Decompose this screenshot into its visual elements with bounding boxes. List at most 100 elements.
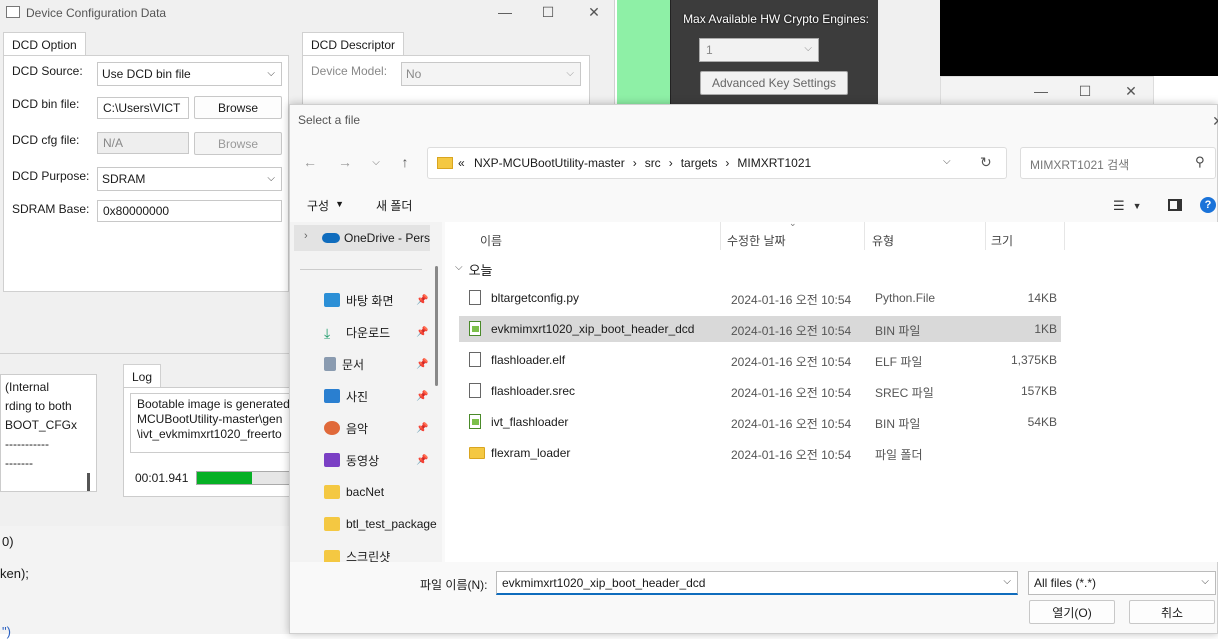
group-header-today[interactable]: ⌵ 오늘: [455, 260, 493, 279]
column-header-date[interactable]: 수정한 날짜: [727, 232, 786, 249]
nav-item-screenshots[interactable]: 스크린샷: [324, 544, 390, 562]
chevron-down-icon: ⌵: [566, 68, 574, 79]
file-type: BIN 파일: [875, 417, 921, 431]
crypto-engines-select[interactable]: 1 ⌵: [699, 38, 819, 62]
advanced-key-settings-button[interactable]: Advanced Key Settings: [700, 71, 848, 95]
tab-dcd-descriptor[interactable]: DCD Descriptor: [302, 32, 405, 56]
column-divider: [985, 222, 986, 250]
chevron-down-icon[interactable]: ⌵: [943, 156, 951, 167]
breadcrumb-item[interactable]: NXP-MCUBootUtility-master: [474, 156, 625, 170]
refresh-icon[interactable]: ↻: [980, 154, 992, 171]
boot-info-text: (Internal rding to both BOOT_CFGx ------…: [0, 374, 97, 492]
minimize-icon[interactable]: —: [495, 2, 515, 22]
background-green-panel: [617, 0, 672, 106]
column-header-type[interactable]: 유형: [872, 232, 894, 249]
pin-icon: 📌: [416, 327, 429, 338]
file-row[interactable]: flashloader.srec 2024-01-16 오전 10:54 SRE…: [459, 378, 1061, 404]
file-row[interactable]: ivt_flashloader 2024-01-16 오전 10:54 BIN …: [459, 409, 1061, 435]
forward-arrow-icon[interactable]: →: [335, 152, 355, 172]
address-bar[interactable]: « NXP-MCUBootUtility-master › src › targ…: [427, 147, 1007, 179]
pin-icon: 📌: [416, 455, 429, 466]
preview-pane-icon[interactable]: [1168, 199, 1182, 211]
music-icon: [324, 421, 340, 435]
chevron-right-icon[interactable]: ›: [304, 230, 308, 242]
folder-row[interactable]: flexram_loader 2024-01-16 오전 10:54 파일 폴더: [459, 440, 1061, 466]
documents-icon: [324, 357, 336, 371]
breadcrumb-item[interactable]: MIMXRT1021: [737, 156, 811, 170]
column-header-size[interactable]: 크기: [991, 232, 1013, 249]
browse-cfg-button[interactable]: Browse: [194, 132, 282, 155]
main-app-panel: (Internal rding to both BOOT_CFGx ------…: [0, 354, 290, 526]
scrollbar[interactable]: [87, 473, 90, 491]
organize-button[interactable]: 구성 ▼: [307, 197, 344, 214]
tab-dcd-option[interactable]: DCD Option: [3, 32, 86, 56]
file-date: 2024-01-16 오전 10:54: [731, 386, 852, 400]
breadcrumb-item[interactable]: src: [645, 156, 661, 170]
file-row[interactable]: flashloader.elf 2024-01-16 오전 10:54 ELF …: [459, 347, 1061, 373]
nav-item-pictures[interactable]: 사진: [324, 384, 368, 408]
view-options-button[interactable]: ☰ ▼: [1113, 198, 1142, 214]
sdram-base-field[interactable]: 0x80000000: [97, 200, 282, 222]
dcd-cfg-file-field[interactable]: N/A: [97, 132, 189, 154]
filename-input[interactable]: evkmimxrt1020_xip_boot_header_dcd ⌵: [496, 571, 1018, 595]
videos-icon: [324, 453, 340, 467]
nav-item-documents[interactable]: 문서: [324, 352, 364, 376]
window-title: Device Configuration Data: [26, 6, 167, 20]
sdram-base-label: SDRAM Base:: [12, 202, 90, 216]
nav-item-onedrive[interactable]: › OneDrive - Pers: [294, 225, 430, 251]
column-divider: [720, 222, 721, 250]
navigation-pane: › OneDrive - Pers 바탕 화면 📌 ⤓ 다운로드 📌 문서 📌 …: [290, 222, 442, 562]
chevron-down-icon: ⌵: [1201, 576, 1209, 587]
file-row[interactable]: evkmimxrt1020_xip_boot_header_dcd 2024-0…: [459, 316, 1061, 342]
up-arrow-icon[interactable]: ↑: [395, 152, 415, 172]
nav-item-bacnet[interactable]: bacNet: [324, 480, 384, 504]
breadcrumb-overflow-icon[interactable]: «: [458, 156, 465, 170]
background-window: [878, 0, 940, 106]
filetype-select[interactable]: All files (*.*) ⌵: [1028, 571, 1216, 595]
nav-item-btl-test-package[interactable]: btl_test_package: [324, 512, 437, 536]
column-divider: [864, 222, 865, 250]
column-header-name[interactable]: 이름: [480, 232, 502, 249]
file-row[interactable]: bltargetconfig.py 2024-01-16 오전 10:54 Py…: [459, 285, 1061, 311]
filename-label: 파일 이름(N):: [420, 578, 488, 592]
background-black-window: [940, 0, 1218, 76]
code-editor: 0) ken); "): [0, 526, 290, 639]
scrollbar[interactable]: [435, 266, 438, 386]
open-button[interactable]: 열기(O): [1029, 600, 1115, 624]
device-model-label: Device Model:: [311, 64, 388, 78]
progress-bar: [196, 471, 290, 485]
dcd-bin-file-field[interactable]: C:\Users\VICT: [97, 97, 189, 119]
file-date: 2024-01-16 오전 10:54: [731, 293, 852, 307]
back-arrow-icon[interactable]: ←: [300, 152, 320, 172]
progress-fill: [197, 472, 253, 484]
new-folder-button[interactable]: 새 폴더: [376, 197, 412, 214]
dcd-source-select[interactable]: Use DCD bin file ⌵: [97, 62, 282, 86]
nav-item-desktop[interactable]: 바탕 화면: [324, 288, 394, 312]
sort-indicator-icon: ⌄: [789, 218, 797, 228]
maximize-icon[interactable]: ☐: [1075, 81, 1095, 101]
minimize-icon[interactable]: —: [1031, 81, 1051, 101]
nav-item-videos[interactable]: 동영상: [324, 448, 379, 472]
search-input[interactable]: MIMXRT1021 검색 ⚲: [1020, 147, 1216, 179]
close-icon[interactable]: ✕: [1208, 111, 1218, 131]
nav-item-downloads[interactable]: ⤓ 다운로드: [324, 320, 390, 344]
breadcrumb-item[interactable]: targets: [681, 156, 718, 170]
chevron-down-icon[interactable]: ⌵: [1003, 576, 1011, 587]
pictures-icon: [324, 389, 340, 403]
dcd-purpose-select[interactable]: SDRAM ⌵: [97, 167, 282, 191]
device-model-select[interactable]: No ⌵: [401, 62, 581, 86]
maximize-icon[interactable]: ☐: [538, 2, 558, 22]
log-panel: Bootable image is generated MCUBootUtili…: [123, 387, 290, 497]
close-icon[interactable]: ✕: [1121, 81, 1141, 101]
nav-item-music[interactable]: 음악: [324, 416, 368, 440]
browse-bin-button[interactable]: Browse: [194, 96, 282, 119]
list-view-icon: ☰: [1113, 198, 1125, 213]
cancel-button[interactable]: 취소: [1129, 600, 1215, 624]
log-text: Bootable image is generated MCUBootUtili…: [130, 393, 290, 453]
help-icon[interactable]: ?: [1200, 197, 1216, 213]
close-icon[interactable]: ✕: [584, 2, 604, 22]
folder-icon: [437, 157, 453, 169]
tab-log[interactable]: Log: [123, 364, 162, 388]
recent-locations-icon[interactable]: ⌵: [366, 152, 386, 172]
file-size: 14KB: [1027, 291, 1057, 305]
